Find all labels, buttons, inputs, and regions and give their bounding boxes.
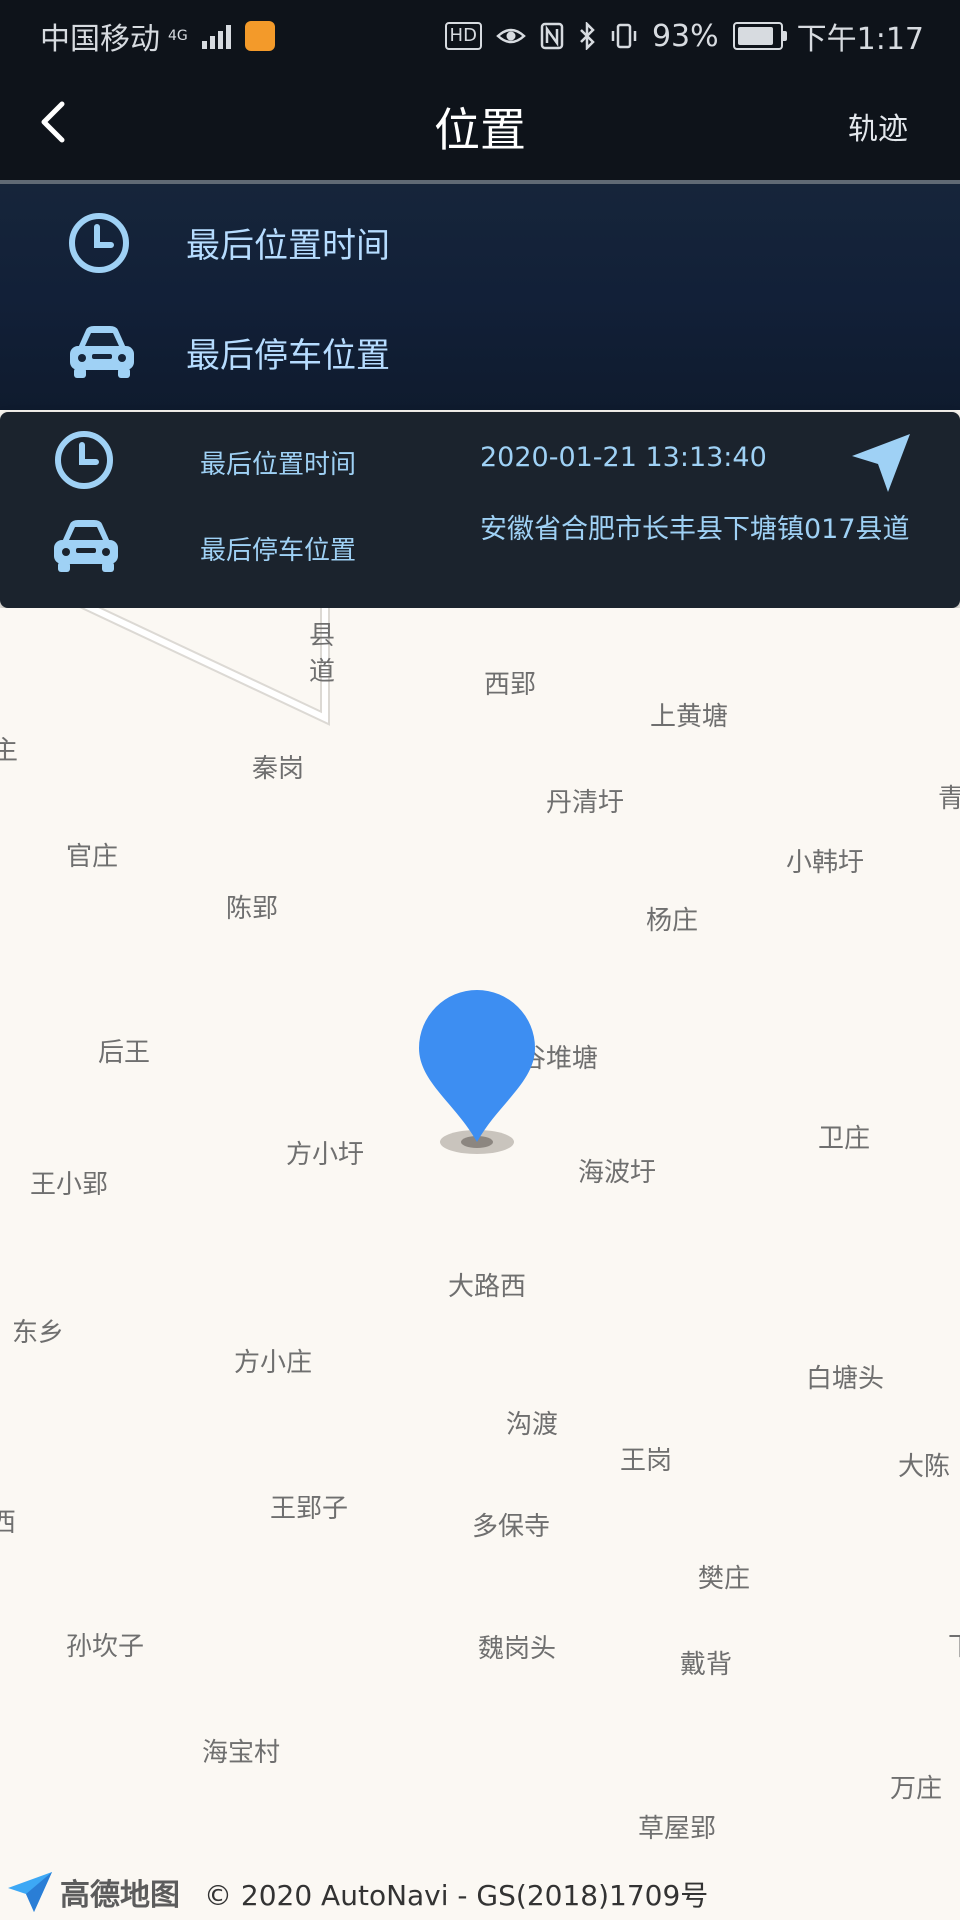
map-place-label: 丹清圩 [546, 788, 625, 818]
clock-icon [48, 424, 120, 496]
map-place-label: 东乡 [12, 1318, 65, 1348]
location-info-card: 最后位置时间 2020-01-21 13:13:40 最后停车位置 安徽省合肥市… [0, 412, 960, 608]
legend-time-label: 最后位置时间 [186, 226, 390, 266]
info-parking-label: 最后停车位置 [200, 536, 357, 566]
signal-icon [201, 23, 231, 49]
clock-time: 下午1:17 [796, 22, 924, 57]
status-bar: 中国移动 4G HD 93% 下午1:17 [0, 0, 960, 64]
map-place-label: 王郢子 [270, 1494, 349, 1524]
info-time-label: 最后位置时间 [200, 450, 357, 480]
map-place-label: 西 [0, 1508, 17, 1538]
map-place-label: 草屋郢 [638, 1814, 717, 1844]
legend-parking-label: 最后停车位置 [186, 336, 390, 376]
map-place-label: 魏岗头 [478, 1634, 557, 1664]
map-place-label: 小韩圩 [786, 848, 865, 878]
map-place-label: 青 [938, 784, 960, 814]
map-place-label: 多保寺 [472, 1512, 551, 1542]
battery-icon [732, 22, 787, 50]
map-place-label: 沟渡 [506, 1410, 559, 1440]
nfc-icon [540, 22, 564, 50]
info-row-time: 最后位置时间 2020-01-21 13:13:40 [0, 422, 960, 502]
map-roads [79, 608, 330, 726]
map-place-label: 秦岗 [252, 754, 305, 784]
legend-row-parking: 最后停车位置 [0, 302, 960, 402]
map-place-label: 大陈 [898, 1452, 951, 1482]
battery-percent: 93% [651, 18, 719, 54]
map-place-label: 海波圩 [578, 1158, 657, 1188]
carrier-name: 中国移动 [40, 22, 160, 57]
map-footer: 高德地图 © 2020 AutoNavi - GS(2018)1709号 [0, 1864, 960, 1920]
map-place-label: 官庄 [66, 842, 119, 872]
map-place-label: 王岗 [620, 1446, 673, 1476]
map-place-label: 万庄 [890, 1774, 943, 1804]
legend-panel: 最后位置时间 最后停车位置 [0, 184, 960, 410]
vibrate-icon [611, 23, 637, 49]
amap-logo-icon [8, 1872, 52, 1912]
navigation-arrow-icon [852, 434, 910, 492]
map-place-label: 上黄塘 [650, 702, 729, 732]
info-row-parking: 最后停车位置 安徽省合肥市长丰县下塘镇017县道 [0, 508, 960, 608]
map-place-label: 白塘头 [806, 1364, 885, 1394]
uc-browser-icon [244, 21, 275, 51]
battery-level [737, 27, 773, 45]
map-place-label: 西郢 [484, 670, 537, 700]
track-button[interactable]: 轨迹 [848, 104, 908, 148]
map-place-label: 戴背 [680, 1650, 733, 1680]
location-marker[interactable] [416, 986, 538, 1158]
map-place-label: 后王 [98, 1038, 151, 1068]
map-place-label: 杨庄 [646, 906, 699, 936]
info-parking-value: 安徽省合肥市长丰县下塘镇017县道 [480, 514, 910, 545]
map-place-label: 方小圩 [286, 1140, 365, 1170]
map-place-label: 孙坎子 [66, 1632, 145, 1662]
map-place-label: 卫庄 [818, 1124, 871, 1154]
status-bar-right: HD 93% 下午1:17 [444, 14, 924, 58]
eye-icon [496, 28, 526, 44]
legend-row-time: 最后位置时间 [0, 192, 960, 292]
car-icon [48, 512, 120, 584]
map-place-label: 方小庄 [234, 1348, 313, 1378]
map-place-label: 樊庄 [698, 1564, 751, 1594]
amap-logo: 高德地图 [6, 1870, 180, 1914]
clock-icon [64, 208, 134, 278]
copyright-text: © 2020 AutoNavi - GS(2018)1709号 [204, 1879, 709, 1912]
network-type: 4G [168, 28, 188, 44]
car-icon [64, 318, 134, 388]
map-place-label: 大路西 [448, 1272, 527, 1302]
amap-logo-text: 高德地图 [60, 1878, 180, 1913]
road-label: 县道 [309, 621, 336, 687]
navigate-button[interactable] [848, 430, 914, 496]
map-place-label: 下 [948, 1626, 960, 1663]
map-place-label: 海宝村 [202, 1738, 281, 1768]
map-place-label: 王小郢 [30, 1170, 109, 1200]
title-bar: 位置 轨迹 [0, 64, 960, 184]
hd-icon: HD [444, 22, 482, 50]
map-view[interactable]: 县道 西郢 上黄塘 主 秦岗 丹清圩 青 官庄 小韩圩 陈郢 杨庄 后王 谷堆塘… [0, 608, 960, 1920]
status-bar-left: 中国移动 4G [40, 14, 275, 58]
map-place-label: 主 [0, 736, 19, 766]
map-place-label: 陈郢 [226, 894, 279, 924]
bluetooth-icon [580, 22, 595, 50]
page-title: 位置 [434, 103, 526, 157]
